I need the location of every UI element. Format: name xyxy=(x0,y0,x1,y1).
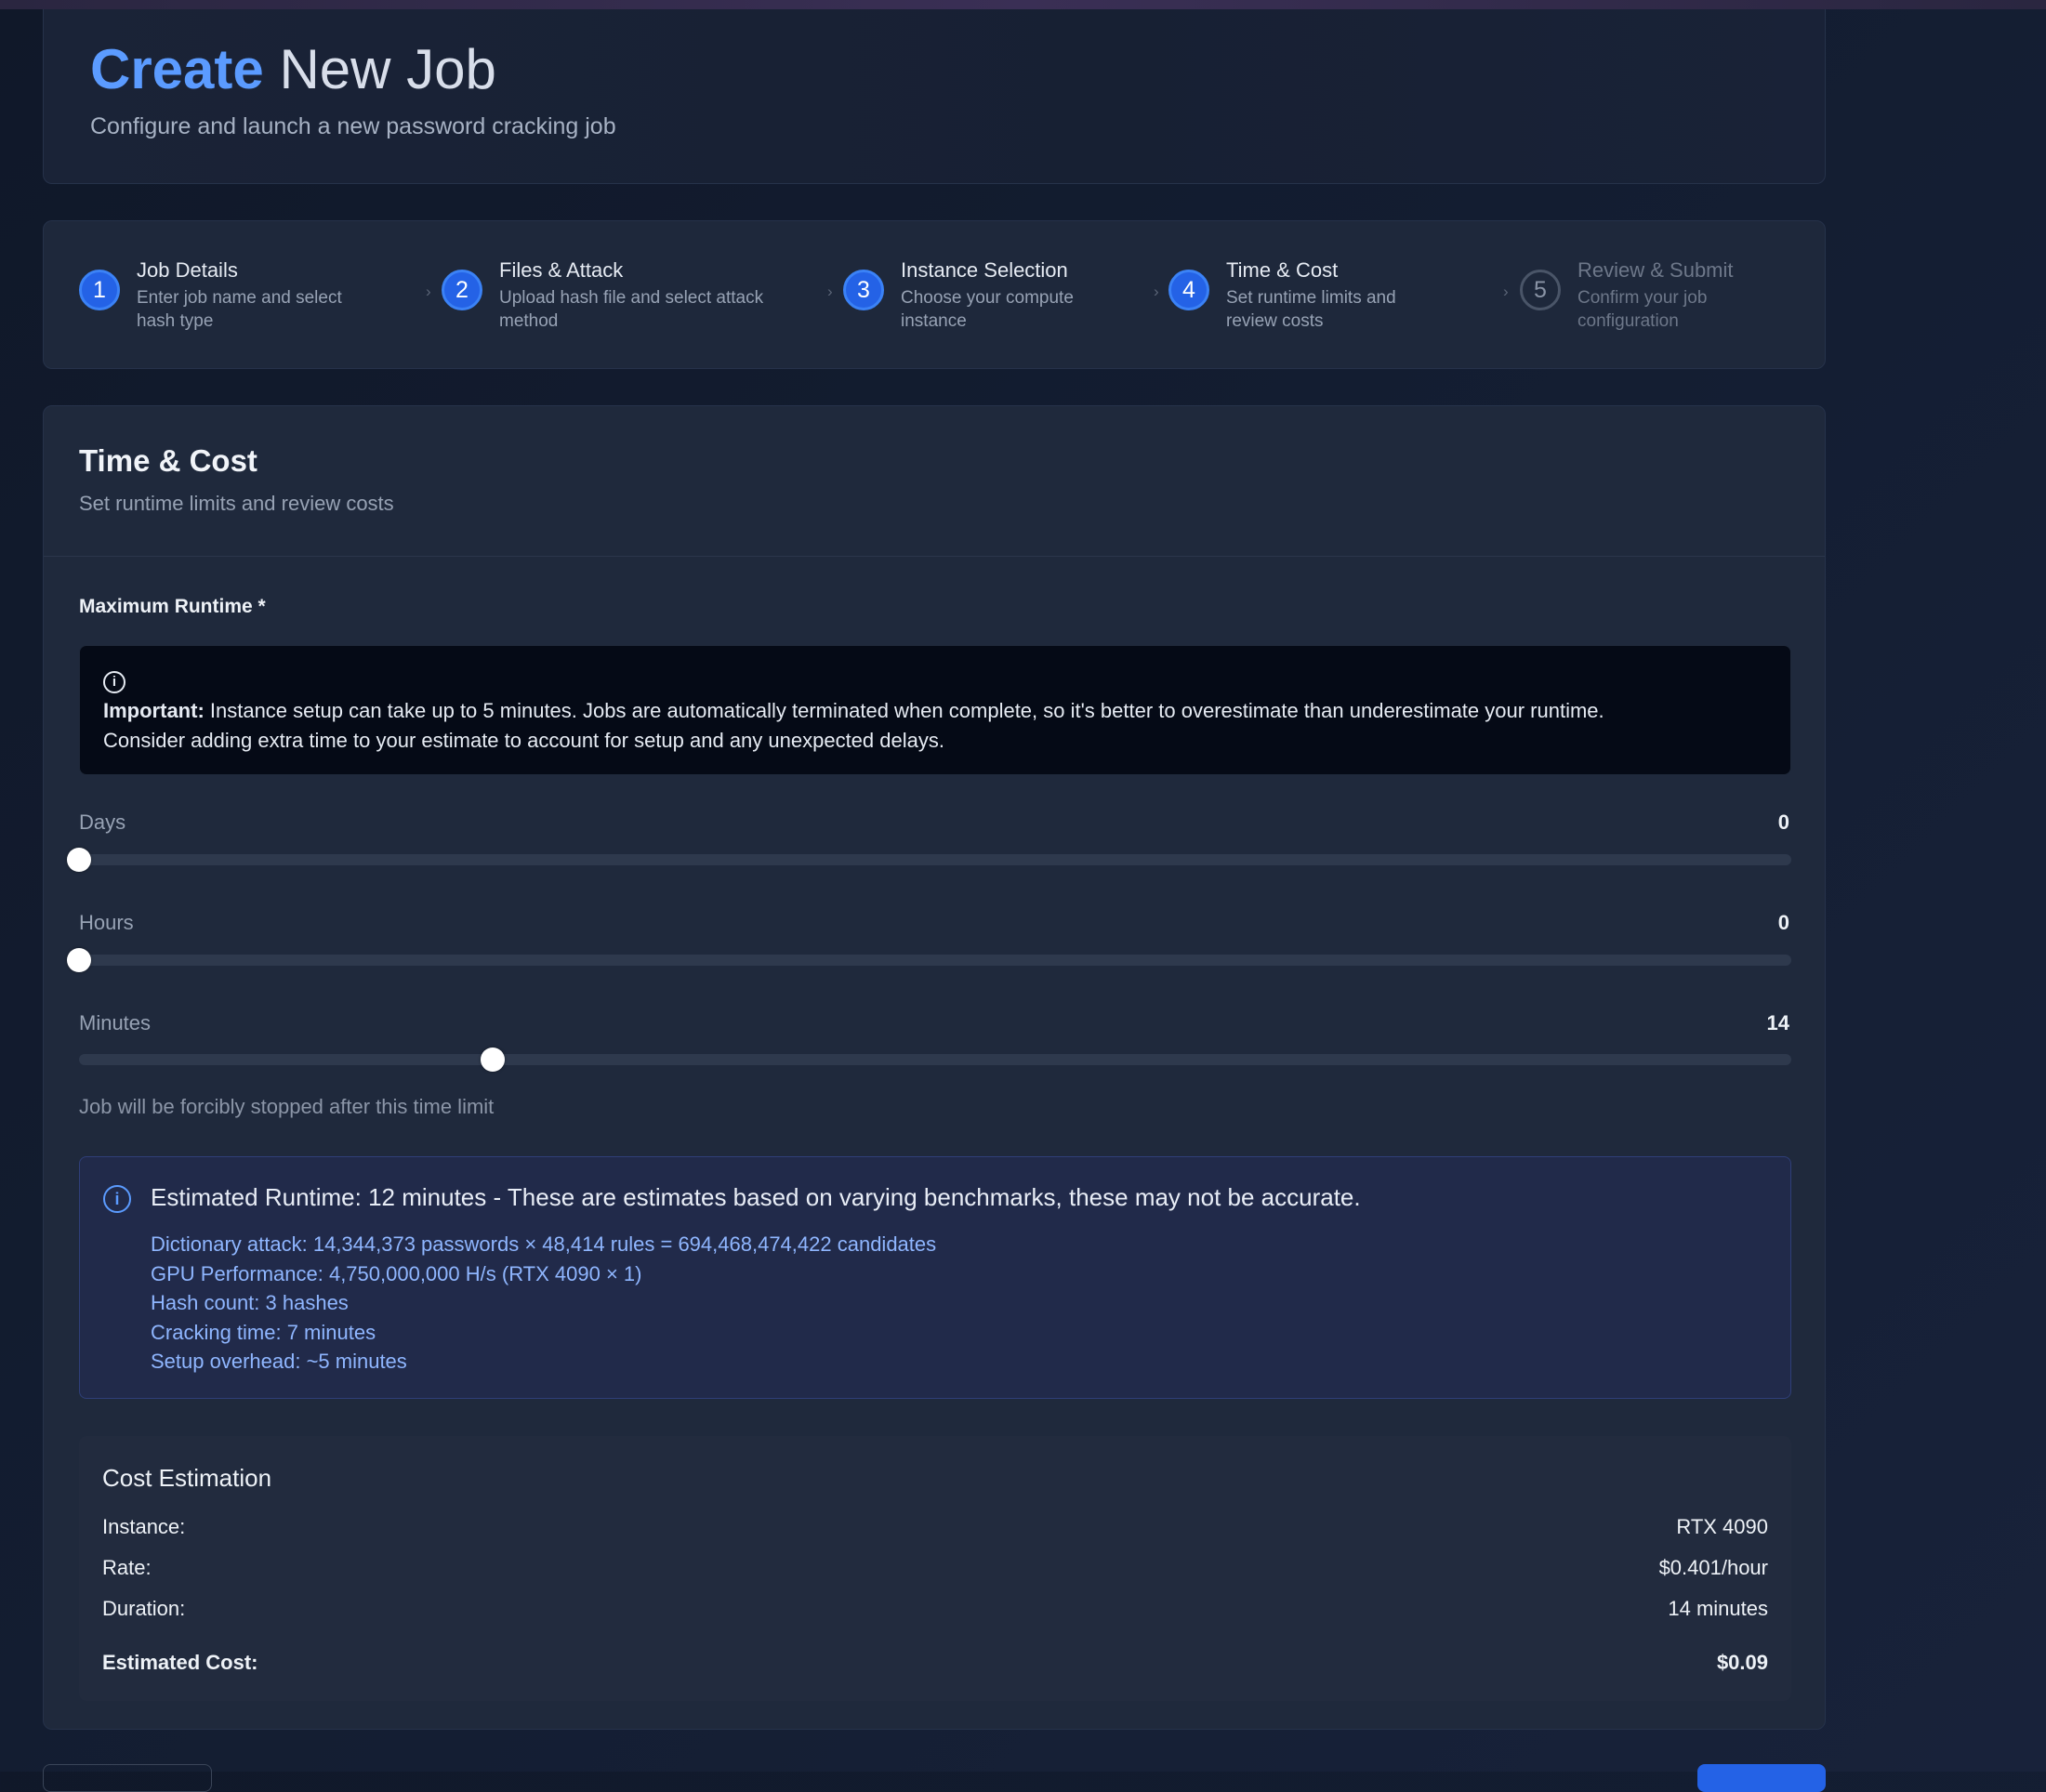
next-button[interactable] xyxy=(1697,1764,1826,1792)
estimate-line: Setup overhead: ~5 minutes xyxy=(151,1350,407,1374)
estimate-line: Hash count: 3 hashes xyxy=(151,1291,349,1315)
cost-label: Duration: xyxy=(102,1597,186,1620)
runtime-estimate-alert: i Estimated Runtime: 12 minutes - These … xyxy=(79,1156,1791,1399)
divider xyxy=(44,556,1825,557)
step-time-cost[interactable]: 4 Time & Cost Set runtime limits and rev… xyxy=(1168,258,1466,333)
step-description-line: instance xyxy=(901,311,967,331)
step-description-line: configuration xyxy=(1577,311,1679,331)
cost-value: $0.401/hour xyxy=(1658,1556,1768,1579)
step-title: Time & Cost xyxy=(1226,258,1339,282)
cost-estimation: Cost Estimation Instance: RTX 4090 Rate:… xyxy=(79,1436,1791,1701)
step-description: Enter job name and select hash type xyxy=(137,286,342,333)
days-slider-thumb[interactable] xyxy=(67,848,91,872)
chevron-right-icon: › xyxy=(1154,283,1159,300)
cost-row-total: Estimated Cost: $0.09 xyxy=(102,1651,1768,1675)
estimate-details: Dictionary attack: 14,344,373 passwords … xyxy=(151,1230,936,1377)
step-description-line: Confirm your job xyxy=(1577,288,1708,308)
cost-label: Rate: xyxy=(102,1556,152,1579)
step-title: Review & Submit xyxy=(1577,258,1734,282)
cost-row-instance: Instance: RTX 4090 xyxy=(102,1515,1768,1539)
back-button[interactable] xyxy=(43,1764,212,1792)
chevron-right-icon: › xyxy=(1503,283,1509,300)
cost-value: 14 minutes xyxy=(1668,1597,1768,1620)
page-header: Create New Job Configure and launch a ne… xyxy=(43,9,1826,184)
minutes-slider[interactable] xyxy=(79,1048,1791,1072)
warning-line: Consider adding extra time to your estim… xyxy=(103,729,944,752)
step-description-line: Choose your compute xyxy=(901,288,1074,308)
step-job-details[interactable]: 1 Job Details Enter job name and select … xyxy=(79,258,386,333)
cost-label: Instance: xyxy=(102,1515,186,1538)
hours-value: 0 xyxy=(1777,911,1789,934)
page-title: Create New Job xyxy=(90,28,496,112)
step-instance-selection[interactable]: 3 Instance Selection Choose your compute… xyxy=(843,258,1122,333)
step-number-badge: 1 xyxy=(79,270,120,310)
warning-bold: Important: xyxy=(103,699,205,722)
cost-label: Estimated Cost: xyxy=(102,1651,258,1674)
minutes-slider-thumb[interactable] xyxy=(480,1048,505,1072)
step-number-badge: 5 xyxy=(1520,270,1561,310)
progress-stepper: 1 Job Details Enter job name and select … xyxy=(43,220,1826,369)
chevron-right-icon: › xyxy=(426,283,431,300)
step-number-badge: 4 xyxy=(1168,270,1209,310)
step-title: Instance Selection xyxy=(901,258,1068,282)
info-circle-icon: i xyxy=(103,1185,131,1213)
step-description-line: method xyxy=(499,311,559,331)
step-description: Upload hash file and select attack metho… xyxy=(499,286,763,333)
page-title-rest: New Job xyxy=(279,38,496,100)
hours-slider[interactable] xyxy=(67,948,1791,972)
step-title: Files & Attack xyxy=(499,258,624,282)
step-description-line: Enter job name and select xyxy=(137,288,342,308)
chevron-right-icon: › xyxy=(827,283,833,300)
days-slider[interactable] xyxy=(67,848,1791,872)
setup-warning-alert: i Important: Instance setup can take up … xyxy=(79,645,1791,775)
days-value: 0 xyxy=(1777,810,1789,834)
max-runtime-label: Maximum Runtime * xyxy=(79,596,266,617)
hours-label: Hours xyxy=(79,911,134,934)
step-description-line: hash type xyxy=(137,311,214,331)
hours-slider-thumb[interactable] xyxy=(67,948,91,972)
days-label: Days xyxy=(79,810,126,834)
cost-value: RTX 4090 xyxy=(1676,1515,1768,1538)
section-subtitle: Set runtime limits and review costs xyxy=(79,492,394,515)
time-cost-panel: Time & Cost Set runtime limits and revie… xyxy=(43,405,1826,1730)
minutes-label: Minutes xyxy=(79,1011,152,1034)
cost-total-value: $0.09 xyxy=(1716,1651,1768,1674)
top-accent-bar xyxy=(0,0,2046,9)
step-review-submit[interactable]: 5 Review & Submit Confirm your job confi… xyxy=(1520,258,1799,333)
step-title: Job Details xyxy=(137,258,238,282)
step-description: Choose your compute instance xyxy=(901,286,1074,333)
step-description-line: Upload hash file and select attack xyxy=(499,288,764,308)
step-description: Set runtime limits and review costs xyxy=(1226,286,1396,333)
warning-text: Important: Instance setup can take up to… xyxy=(103,696,1776,756)
runtime-hint: Job will be forcibly stopped after this … xyxy=(79,1095,495,1118)
step-description-line: Set runtime limits and xyxy=(1226,288,1396,308)
cost-row-duration: Duration: 14 minutes xyxy=(102,1597,1768,1621)
warning-line: Instance setup can take up to 5 minutes.… xyxy=(204,699,1604,722)
estimate-title: Estimated Runtime: 12 minutes - These ar… xyxy=(151,1183,1361,1211)
page-subtitle: Configure and launch a new password crac… xyxy=(90,113,616,139)
info-circle-icon: i xyxy=(103,671,125,693)
step-files-attack[interactable]: 2 Files & Attack Upload hash file and se… xyxy=(442,258,832,333)
page-title-accent: Create xyxy=(90,38,264,100)
cost-title: Cost Estimation xyxy=(102,1464,272,1492)
section-title: Time & Cost xyxy=(79,443,257,478)
step-description-line: review costs xyxy=(1226,311,1324,331)
minutes-value: 14 xyxy=(1766,1011,1789,1034)
estimate-line: Dictionary attack: 14,344,373 passwords … xyxy=(151,1232,937,1256)
cost-row-rate: Rate: $0.401/hour xyxy=(102,1556,1768,1580)
estimate-line: Cracking time: 7 minutes xyxy=(151,1320,376,1344)
step-number-badge: 2 xyxy=(442,270,482,310)
estimate-line: GPU Performance: 4,750,000,000 H/s (RTX … xyxy=(151,1261,642,1285)
step-description: Confirm your job configuration xyxy=(1577,286,1707,333)
step-number-badge: 3 xyxy=(843,270,884,310)
